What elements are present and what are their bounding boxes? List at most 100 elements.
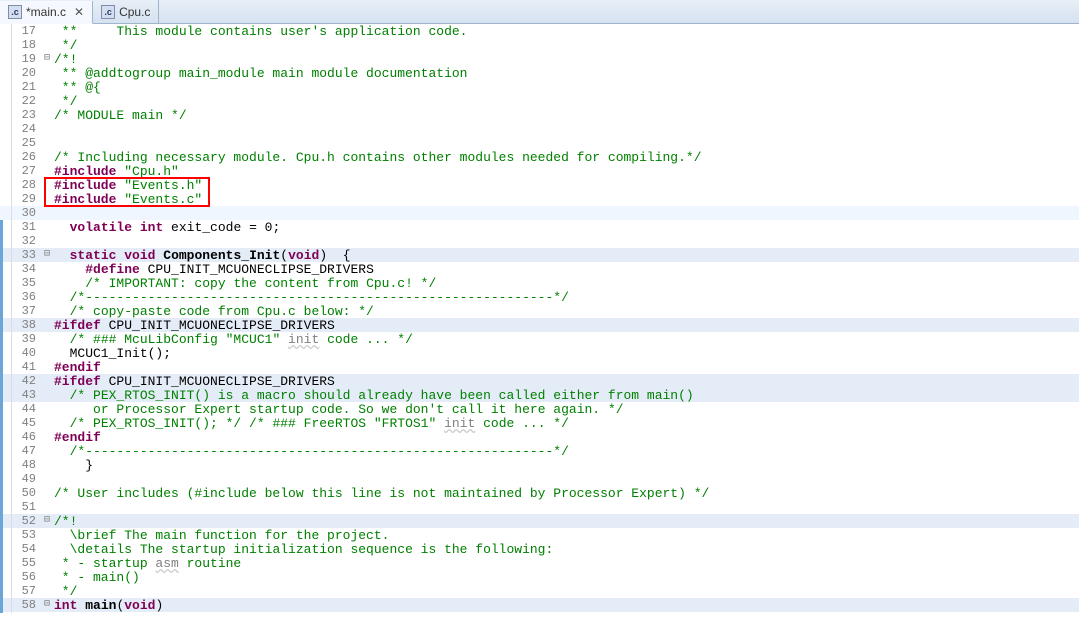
code-text[interactable]: /* copy-paste code from Cpu.c below: */ (54, 304, 1079, 319)
code-text[interactable]: #include "Events.h" (54, 178, 1079, 193)
code-line[interactable]: 40 MCUC1_Init(); (0, 346, 1079, 360)
code-text[interactable]: ** This module contains user's applicati… (54, 24, 1079, 39)
code-line[interactable]: 27#include "Cpu.h" (0, 164, 1079, 178)
code-text[interactable] (54, 472, 1079, 486)
code-text[interactable]: /*--------------------------------------… (54, 444, 1079, 459)
line-number: 41 (12, 360, 40, 375)
code-line[interactable]: 19⊟/*! (0, 52, 1079, 66)
code-text[interactable]: #endif (54, 430, 1079, 445)
code-text[interactable] (54, 122, 1079, 136)
code-text[interactable]: #include "Cpu.h" (54, 164, 1079, 179)
line-number: 30 (12, 206, 40, 220)
code-line[interactable]: 47 /*-----------------------------------… (0, 444, 1079, 458)
code-text[interactable]: \details The startup initialization sequ… (54, 542, 1079, 557)
code-text[interactable]: \brief The main function for the project… (54, 528, 1079, 543)
code-line[interactable]: 46#endif (0, 430, 1079, 444)
fold-toggle[interactable]: ⊟ (40, 598, 54, 613)
code-line[interactable]: 38#ifdef CPU_INIT_MCUONECLIPSE_DRIVERS (0, 318, 1079, 332)
tab-cpu-c[interactable]: .c Cpu.c (93, 0, 159, 23)
fold-toggle[interactable]: ⊟ (40, 514, 54, 529)
code-line[interactable]: 28#include "Events.h" (0, 178, 1079, 192)
code-line[interactable]: 52⊟/*! (0, 514, 1079, 528)
code-line[interactable]: 21 ** @{ (0, 80, 1079, 94)
code-text[interactable]: #endif (54, 360, 1079, 375)
code-line[interactable]: 50/* User includes (#include below this … (0, 486, 1079, 500)
code-text[interactable]: */ (54, 38, 1079, 53)
code-line[interactable]: 43 /* PEX_RTOS_INIT() is a macro should … (0, 388, 1079, 402)
code-text[interactable]: /* IMPORTANT: copy the content from Cpu.… (54, 276, 1079, 291)
code-line[interactable]: 32 (0, 234, 1079, 248)
code-line[interactable]: 33⊟ static void Components_Init(void) { (0, 248, 1079, 262)
code-text[interactable]: or Processor Expert startup code. So we … (54, 402, 1079, 417)
code-text[interactable]: /* MODULE main */ (54, 108, 1079, 123)
code-line[interactable]: 53 \brief The main function for the proj… (0, 528, 1079, 542)
code-text[interactable] (54, 206, 1079, 220)
code-line[interactable]: 34 #define CPU_INIT_MCUONECLIPSE_DRIVERS (0, 262, 1079, 276)
fold-toggle (40, 206, 54, 220)
code-text[interactable]: */ (54, 584, 1079, 599)
tab-main-c[interactable]: .c *main.c ✕ (0, 1, 93, 24)
fold-toggle (40, 262, 54, 277)
code-line[interactable]: 48 } (0, 458, 1079, 472)
code-line[interactable]: 29#include "Events.c" (0, 192, 1079, 206)
code-text[interactable]: /* User includes (#include below this li… (54, 486, 1079, 501)
code-line[interactable]: 24 (0, 122, 1079, 136)
code-line[interactable]: 17 ** This module contains user's applic… (0, 24, 1079, 38)
code-text[interactable]: /* Including necessary module. Cpu.h con… (54, 150, 1079, 165)
code-line[interactable]: 45 /* PEX_RTOS_INIT(); */ /* ### FreeRTO… (0, 416, 1079, 430)
code-line[interactable]: 54 \details The startup initialization s… (0, 542, 1079, 556)
code-text[interactable]: #ifdef CPU_INIT_MCUONECLIPSE_DRIVERS (54, 374, 1079, 389)
code-text[interactable]: volatile int exit_code = 0; (54, 220, 1079, 235)
code-line[interactable]: 56 * - main() (0, 570, 1079, 584)
code-line[interactable]: 55 * - startup asm routine (0, 556, 1079, 570)
code-line[interactable]: 25 (0, 136, 1079, 150)
code-text[interactable]: MCUC1_Init(); (54, 346, 1079, 361)
code-text[interactable]: /* ### McuLibConfig "MCUC1" init code ..… (54, 332, 1079, 347)
code-line[interactable]: 30 (0, 206, 1079, 220)
code-text[interactable]: * - startup asm routine (54, 556, 1079, 571)
code-text[interactable]: #define CPU_INIT_MCUONECLIPSE_DRIVERS (54, 262, 1079, 277)
code-text[interactable]: /*--------------------------------------… (54, 290, 1079, 305)
code-text[interactable]: /* PEX_RTOS_INIT(); */ /* ### FreeRTOS "… (54, 416, 1079, 431)
code-line[interactable]: 58⊟int main(void) (0, 598, 1079, 612)
code-text[interactable]: * - main() (54, 570, 1079, 585)
code-line[interactable]: 37 /* copy-paste code from Cpu.c below: … (0, 304, 1079, 318)
code-line[interactable]: 31 volatile int exit_code = 0; (0, 220, 1079, 234)
close-icon[interactable]: ✕ (74, 5, 84, 19)
code-text[interactable]: /* PEX_RTOS_INIT() is a macro should alr… (54, 388, 1079, 403)
code-line[interactable]: 41 #endif (0, 360, 1079, 374)
code-line[interactable]: 36 /*-----------------------------------… (0, 290, 1079, 304)
fold-bar-cell (0, 108, 12, 123)
code-line[interactable]: 20 ** @addtogroup main_module main modul… (0, 66, 1079, 80)
code-text[interactable] (54, 136, 1079, 150)
code-text[interactable]: ** @{ (54, 80, 1079, 95)
code-text[interactable]: /*! (54, 52, 1079, 67)
fold-toggle[interactable]: ⊟ (40, 248, 54, 263)
fold-bar-cell (0, 206, 12, 220)
code-text[interactable]: /*! (54, 514, 1079, 529)
code-line[interactable]: 49 (0, 472, 1079, 486)
fold-bar-cell (0, 234, 12, 248)
code-line[interactable]: 23/* MODULE main */ (0, 108, 1079, 122)
code-line[interactable]: 35 /* IMPORTANT: copy the content from C… (0, 276, 1079, 290)
code-text[interactable]: #ifdef CPU_INIT_MCUONECLIPSE_DRIVERS (54, 318, 1079, 333)
code-text[interactable]: int main(void) (54, 598, 1079, 613)
code-text[interactable]: #include "Events.c" (54, 192, 1079, 207)
code-text[interactable]: ** @addtogroup main_module main module d… (54, 66, 1079, 81)
fold-toggle[interactable]: ⊟ (40, 52, 54, 67)
code-text[interactable]: } (54, 458, 1079, 473)
code-line[interactable]: 42#ifdef CPU_INIT_MCUONECLIPSE_DRIVERS (0, 374, 1079, 388)
code-text[interactable] (54, 500, 1079, 514)
code-line[interactable]: 57 */ (0, 584, 1079, 598)
fold-toggle (40, 374, 54, 389)
code-line[interactable]: 51 (0, 500, 1079, 514)
code-text[interactable]: static void Components_Init(void) { (54, 248, 1079, 263)
code-text[interactable]: */ (54, 94, 1079, 109)
code-editor[interactable]: 17 ** This module contains user's applic… (0, 24, 1079, 620)
code-line[interactable]: 44 or Processor Expert startup code. So … (0, 402, 1079, 416)
code-line[interactable]: 18 */ (0, 38, 1079, 52)
code-line[interactable]: 39 /* ### McuLibConfig "MCUC1" init code… (0, 332, 1079, 346)
code-line[interactable]: 26/* Including necessary module. Cpu.h c… (0, 150, 1079, 164)
code-text[interactable] (54, 234, 1079, 248)
code-line[interactable]: 22 */ (0, 94, 1079, 108)
